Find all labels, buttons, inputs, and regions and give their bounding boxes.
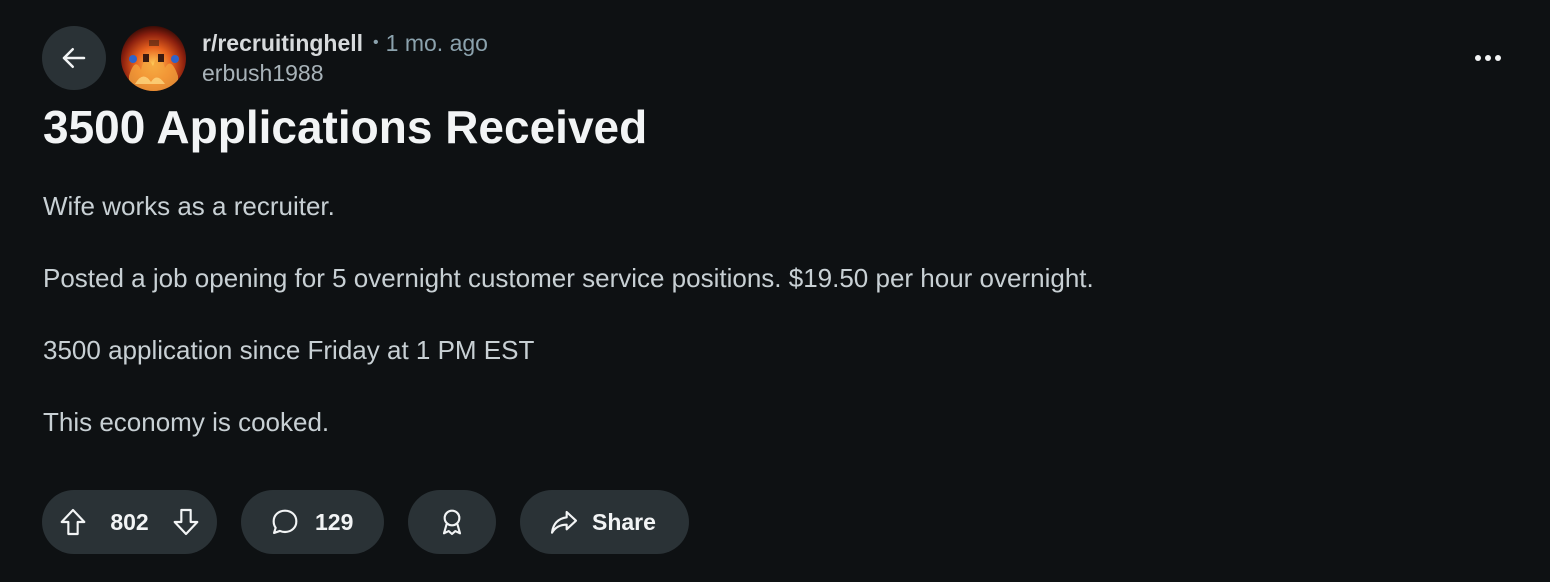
- author-link[interactable]: erbush1988: [202, 60, 488, 87]
- post-body-paragraph: 3500 application since Friday at 1 PM ES…: [43, 335, 535, 365]
- back-button[interactable]: [42, 26, 106, 90]
- arrow-left-icon: [62, 48, 86, 68]
- share-arrow-icon: [550, 510, 578, 534]
- more-options-button[interactable]: [1466, 38, 1510, 78]
- share-button[interactable]: Share: [520, 490, 689, 554]
- vote-bar: 802: [42, 490, 217, 554]
- comment-bubble-icon: [272, 509, 298, 534]
- comment-count: 129: [315, 508, 354, 535]
- arrow-up-icon: [60, 508, 86, 536]
- upvote-button[interactable]: [57, 506, 89, 538]
- vote-count: 802: [110, 508, 149, 535]
- award-icon: [442, 509, 462, 536]
- more-horizontal-icon: [1475, 55, 1501, 61]
- post-body-paragraph: Posted a job opening for 5 overnight cus…: [43, 263, 1094, 293]
- post-body-paragraph: This economy is cooked.: [43, 407, 330, 437]
- arrow-down-icon: [173, 508, 199, 536]
- subreddit-avatar[interactable]: [121, 26, 186, 91]
- meta-separator: •: [373, 34, 379, 51]
- post-body-paragraph: Wife works as a recruiter.: [43, 191, 335, 221]
- award-button[interactable]: [408, 490, 496, 554]
- post-page: r/recruitinghell • 1 mo. ago erbush1988 …: [0, 0, 1550, 582]
- post-timestamp: 1 mo. ago: [385, 29, 488, 56]
- downvote-button[interactable]: [170, 506, 202, 538]
- share-label: Share: [592, 508, 656, 535]
- comments-button[interactable]: 129: [241, 490, 384, 554]
- post-title: 3500 Applications Received: [43, 101, 648, 153]
- subreddit-link[interactable]: r/recruitinghell: [202, 30, 363, 57]
- post-meta: r/recruitinghell • 1 mo. ago erbush1988: [202, 28, 488, 87]
